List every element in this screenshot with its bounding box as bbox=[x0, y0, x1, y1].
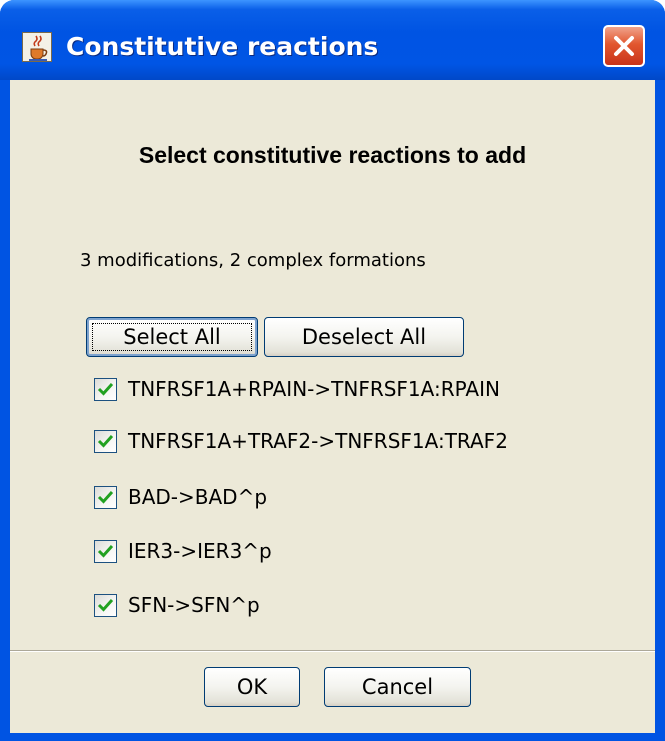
checkmark-icon bbox=[97, 544, 114, 558]
cancel-button[interactable]: Cancel bbox=[324, 667, 471, 707]
reaction-checkbox[interactable] bbox=[94, 594, 117, 617]
select-all-label: Select All bbox=[123, 325, 221, 349]
button-separator bbox=[10, 650, 655, 652]
reaction-label[interactable]: TNFRSF1A+TRAF2->TNFRSF1A:TRAF2 bbox=[128, 426, 508, 456]
deselect-all-button[interactable]: Deselect All bbox=[264, 317, 464, 357]
checkmark-icon bbox=[97, 598, 114, 612]
window-title: Constitutive reactions bbox=[66, 32, 379, 61]
reaction-label[interactable]: BAD->BAD^p bbox=[128, 482, 267, 512]
checkmark-icon bbox=[97, 490, 114, 504]
dialog-heading: Select constitutive reactions to add bbox=[138, 142, 527, 168]
java-cup-icon[interactable] bbox=[22, 32, 52, 62]
title-bar[interactable]: Constitutive reactions bbox=[0, 0, 665, 80]
cancel-label: Cancel bbox=[361, 675, 434, 699]
reaction-label[interactable]: TNFRSF1A+RPAIN->TNFRSF1A:RPAIN bbox=[128, 374, 500, 404]
dialog-content: Select constitutive reactions to add 3 m… bbox=[10, 80, 655, 733]
reaction-checkbox[interactable] bbox=[94, 540, 117, 563]
reaction-label[interactable]: IER3->IER3^p bbox=[128, 536, 272, 566]
reaction-checkbox[interactable] bbox=[94, 378, 117, 401]
checkmark-icon bbox=[97, 382, 114, 396]
reaction-checkbox[interactable] bbox=[94, 430, 117, 453]
dialog-window: Constitutive reactions Select constituti… bbox=[0, 0, 665, 741]
close-button[interactable] bbox=[603, 25, 645, 67]
ok-button[interactable]: OK bbox=[204, 667, 300, 707]
checkmark-icon bbox=[97, 434, 114, 448]
reaction-label[interactable]: SFN->SFN^p bbox=[128, 590, 260, 620]
reaction-summary: 3 modifications, 2 complex formations bbox=[80, 250, 426, 271]
deselect-all-label: Deselect All bbox=[301, 325, 427, 349]
reaction-checkbox[interactable] bbox=[94, 486, 117, 509]
select-all-button[interactable]: Select All bbox=[86, 317, 258, 357]
ok-label: OK bbox=[236, 675, 268, 699]
